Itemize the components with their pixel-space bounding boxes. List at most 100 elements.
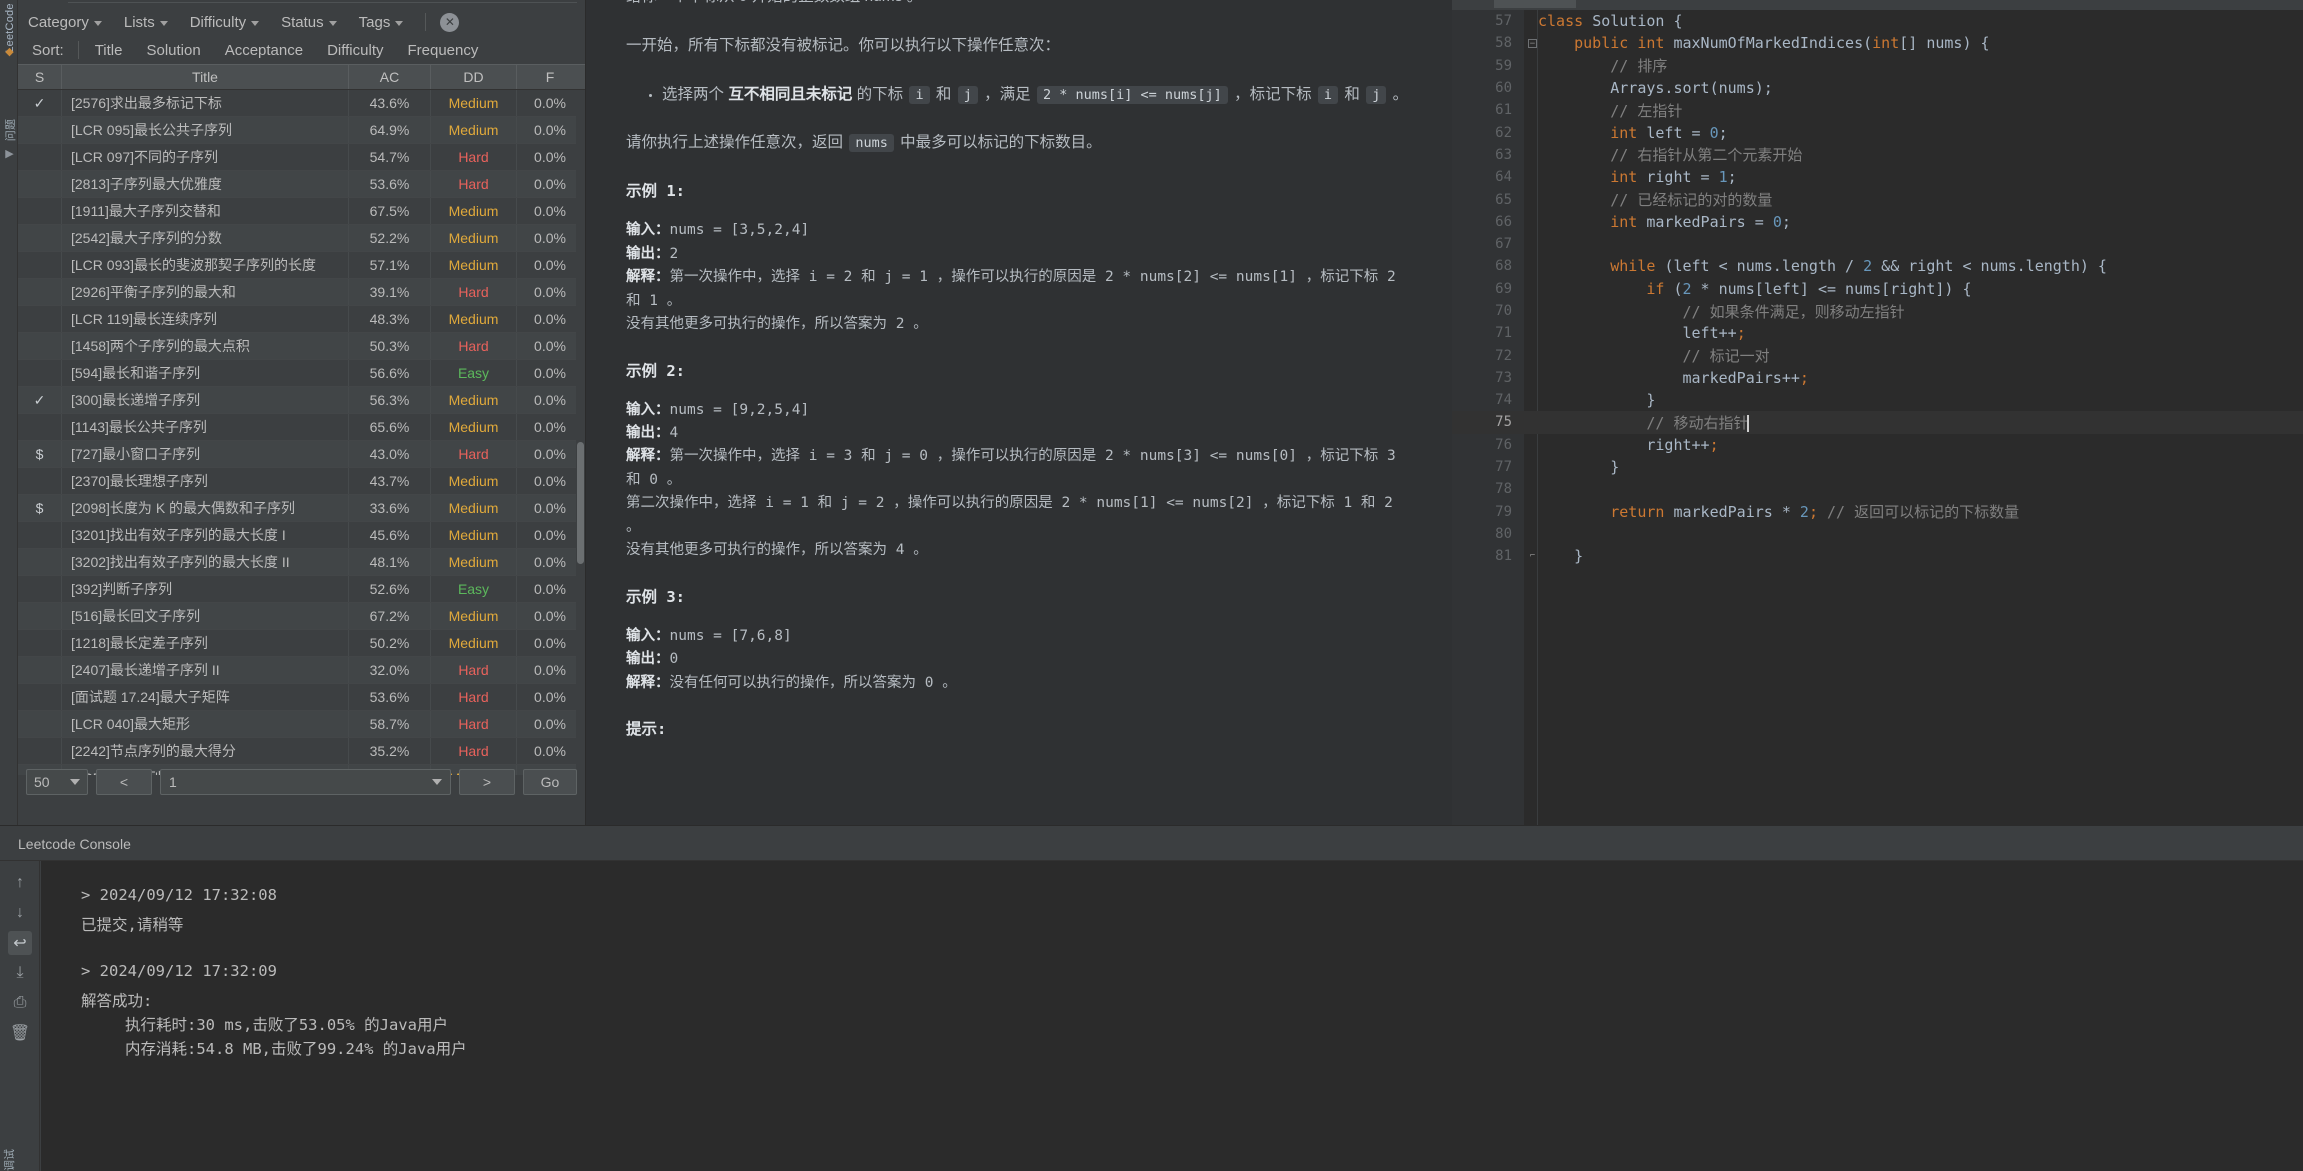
table-row[interactable]: [2407]最长递增子序列 II 32.0% Hard 0.0%	[18, 657, 585, 684]
column-frequency[interactable]: F	[517, 65, 583, 89]
problem-title[interactable]: [727]最小窗口子序列	[62, 441, 349, 467]
line-number[interactable]: 58	[1452, 35, 1524, 51]
scroll-down-icon[interactable]: ↓	[8, 901, 32, 925]
clear-all-icon[interactable]: 🗑	[8, 1021, 32, 1045]
editor-line[interactable]: 69 if (2 * nums[left] <= nums[right]) {	[1452, 278, 2303, 300]
table-row[interactable]: [2542]最大子序列的分数 52.2% Medium 0.0%	[18, 225, 585, 252]
code-fold-icon[interactable]: −	[1528, 38, 1537, 48]
table-row[interactable]: [LCR 040]最大矩形 58.7% Hard 0.0%	[18, 711, 585, 738]
table-row[interactable]: [1218]最长定差子序列 50.2% Medium 0.0%	[18, 630, 585, 657]
line-number[interactable]: 63	[1452, 147, 1524, 163]
editor-line[interactable]: 80	[1452, 523, 2303, 545]
problem-title[interactable]: [LCR 093]最长的斐波那契子序列的长度	[62, 252, 349, 278]
console-vlabel-debug[interactable]: 调试	[1, 1127, 17, 1171]
line-number[interactable]: 64	[1452, 169, 1524, 185]
print-icon[interactable]: ⎙	[8, 991, 32, 1015]
editor-line[interactable]: 66 int markedPairs = 0;	[1452, 211, 2303, 233]
table-row[interactable]: [1911]最大子序列交替和 67.5% Medium 0.0%	[18, 198, 585, 225]
table-row[interactable]: [1143]最长公共子序列 65.6% Medium 0.0%	[18, 414, 585, 441]
table-row[interactable]: [3201]找出有效子序列的最大长度 I 45.6% Medium 0.0%	[18, 522, 585, 549]
code-text[interactable]: // 已经标记的对的数量	[1524, 189, 1772, 210]
problem-title[interactable]: [1458]两个子序列的最大点积	[62, 333, 349, 359]
line-number[interactable]: 71	[1452, 325, 1524, 341]
editor-line[interactable]: 71 left++;	[1452, 322, 2303, 344]
code-text[interactable]: // 标记一对	[1524, 345, 1769, 366]
code-text[interactable]: // 右指针从第二个元素开始	[1524, 144, 1802, 165]
go-button[interactable]: Go	[523, 768, 577, 795]
problem-title[interactable]: [300]最长递增子序列	[62, 387, 349, 413]
table-row[interactable]: [516]最长回文子序列 67.2% Medium 0.0%	[18, 603, 585, 630]
scroll-to-end-icon[interactable]: ⤓	[8, 961, 32, 985]
editor-line[interactable]: 70 // 如果条件满足，则移动左指针	[1452, 300, 2303, 322]
line-number[interactable]: 57	[1452, 13, 1524, 29]
code-text[interactable]: // 移动右指针	[1524, 412, 1749, 433]
line-number[interactable]: 67	[1452, 236, 1524, 252]
editor-line[interactable]: 59 // 排序	[1452, 55, 2303, 77]
code-text[interactable]: class Solution {	[1524, 12, 1683, 30]
table-row[interactable]: ✓ [300]最长递增子序列 56.3% Medium 0.0%	[18, 387, 585, 414]
problem-title[interactable]: [2813]子序列最大优雅度	[62, 171, 349, 197]
code-text[interactable]: // 如果条件满足，则移动左指针	[1524, 301, 1904, 322]
column-difficulty[interactable]: DD	[431, 65, 517, 89]
code-fold-end-icon[interactable]: ⌐	[1528, 551, 1537, 561]
code-text[interactable]: while (left < nums.length / 2 && right <…	[1524, 257, 2107, 275]
editor-line[interactable]: 61 // 左指针	[1452, 99, 2303, 121]
code-text[interactable]: int markedPairs = 0;	[1524, 213, 1791, 231]
table-row[interactable]: $ [727]最小窗口子序列 43.0% Hard 0.0%	[18, 441, 585, 468]
problem-title[interactable]: [2242]节点序列的最大得分	[62, 738, 349, 764]
editor-line[interactable]: 74 }	[1452, 389, 2303, 411]
problem-title[interactable]: [LCR 040]最大矩形	[62, 711, 349, 737]
line-number[interactable]: 61	[1452, 102, 1524, 118]
code-text[interactable]: markedPairs++;	[1524, 369, 1808, 387]
table-row[interactable]: [392]判断子序列 52.6% Easy 0.0%	[18, 576, 585, 603]
filter-status[interactable]: Status	[281, 14, 337, 31]
code-text[interactable]: }	[1524, 458, 1619, 476]
line-number[interactable]: 60	[1452, 80, 1524, 96]
table-row[interactable]: [面试题 17.24]最大子矩阵 53.6% Hard 0.0%	[18, 684, 585, 711]
code-text[interactable]: return markedPairs * 2; // 返回可以标记的下标数量	[1524, 501, 2019, 522]
editor-line[interactable]: 58− public int maxNumOfMarkedIndices(int…	[1452, 32, 2303, 54]
problem-title[interactable]: [2098]长度为 K 的最大偶数和子序列	[62, 495, 349, 521]
editor-line[interactable]: 72 // 标记一对	[1452, 344, 2303, 366]
page-size-select[interactable]: 50	[26, 768, 88, 795]
editor-line[interactable]: 79 return markedPairs * 2; // 返回可以标记的下标数…	[1452, 501, 2303, 523]
line-number[interactable]: 80	[1452, 526, 1524, 542]
line-number[interactable]: 73	[1452, 370, 1524, 386]
table-row[interactable]: ✓ [2576]求出最多标记下标 43.6% Medium 0.0%	[18, 90, 585, 117]
line-number[interactable]: 74	[1452, 392, 1524, 408]
line-number[interactable]: 59	[1452, 58, 1524, 74]
line-number[interactable]: 69	[1452, 281, 1524, 297]
line-number[interactable]: 75	[1452, 414, 1524, 430]
list-scrollbar-track[interactable]	[576, 90, 585, 775]
column-status[interactable]: S	[18, 65, 62, 89]
problem-title[interactable]: [2926]平衡子序列的最大和	[62, 279, 349, 305]
problem-title[interactable]: [2370]最长理想子序列	[62, 468, 349, 494]
problem-title[interactable]: [2576]求出最多标记下标	[62, 90, 349, 116]
editor-line[interactable]: 75 // 移动右指针	[1452, 411, 2303, 434]
table-row[interactable]: [LCR 097]不同的子序列 54.7% Hard 0.0%	[18, 144, 585, 171]
editor-line[interactable]: 65 // 已经标记的对的数量	[1452, 188, 2303, 210]
editor-line[interactable]: 78	[1452, 478, 2303, 500]
editor-line[interactable]: 67	[1452, 233, 2303, 255]
table-row[interactable]: [2813]子序列最大优雅度 53.6% Hard 0.0%	[18, 171, 585, 198]
line-number[interactable]: 72	[1452, 348, 1524, 364]
editor-line[interactable]: 68 while (left < nums.length / 2 && righ…	[1452, 255, 2303, 277]
table-row[interactable]: [594]最长和谐子序列 56.6% Easy 0.0%	[18, 360, 585, 387]
list-scrollbar-thumb[interactable]	[577, 442, 584, 564]
editor-lines[interactable]: 57 class Solution { 58− public int maxNumO…	[1452, 10, 2303, 825]
editor-line[interactable]: 62 int left = 0;	[1452, 121, 2303, 143]
clear-filters-icon[interactable]: ✕	[440, 12, 460, 32]
code-text[interactable]: // 左指针	[1524, 100, 1682, 121]
page-number-combo[interactable]: 1	[160, 768, 451, 795]
problem-title[interactable]: [2542]最大子序列的分数	[62, 225, 349, 251]
editor-line[interactable]: 73 markedPairs++;	[1452, 367, 2303, 389]
table-row[interactable]: [3202]找出有效子序列的最大长度 II 48.1% Medium 0.0%	[18, 549, 585, 576]
problem-title[interactable]: [3202]找出有效子序列的最大长度 II	[62, 549, 349, 575]
line-number[interactable]: 70	[1452, 303, 1524, 319]
sort-by-title[interactable]: Title	[95, 42, 123, 59]
line-number[interactable]: 62	[1452, 125, 1524, 141]
problem-title[interactable]: [LCR 095]最长公共子序列	[62, 117, 349, 143]
line-number[interactable]: 79	[1452, 504, 1524, 520]
editor-line[interactable]: 77 }	[1452, 456, 2303, 478]
editor-line[interactable]: 60 Arrays.sort(nums);	[1452, 77, 2303, 99]
